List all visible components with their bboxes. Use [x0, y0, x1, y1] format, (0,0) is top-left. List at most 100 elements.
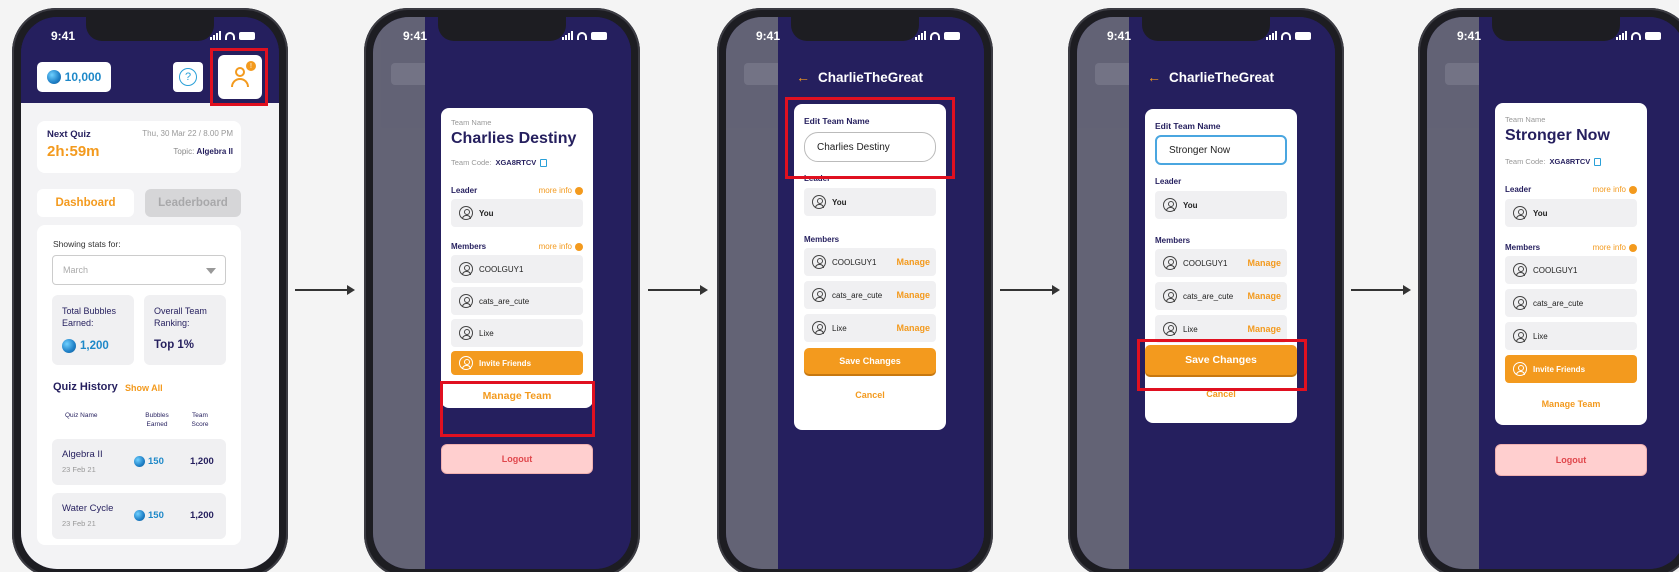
month-select[interactable]: March: [52, 255, 226, 285]
edit-team-name-label: Edit Team Name: [1155, 121, 1221, 131]
copy-icon[interactable]: [1594, 157, 1602, 166]
battery-icon: [1645, 32, 1661, 40]
member-row: cats_are_cute Manage: [804, 281, 936, 309]
bubble-count: 10,000: [64, 70, 102, 84]
wifi-icon: [1631, 32, 1641, 40]
tab-dashboard[interactable]: Dashboard: [37, 189, 134, 217]
invite-friends-button[interactable]: Invite Friends: [451, 351, 583, 375]
info-icon: [575, 242, 583, 251]
info-icon: [575, 186, 583, 195]
manage-member-link[interactable]: Manage: [896, 290, 930, 300]
total-bubbles-label: Total Bubbles Earned:: [62, 306, 117, 328]
user-icon: [1163, 198, 1177, 212]
status-time: 9:41: [756, 29, 781, 43]
logout-button[interactable]: Logout: [1495, 444, 1647, 476]
status-time: 9:41: [403, 29, 428, 43]
user-icon: [459, 262, 473, 276]
user-icon: [459, 356, 473, 370]
manage-member-link[interactable]: Manage: [896, 323, 930, 333]
member-row: cats_are_cute: [1505, 289, 1637, 317]
user-icon: [459, 326, 473, 340]
back-arrow-icon[interactable]: ←: [796, 69, 810, 85]
quiz-history-title: Quiz History: [53, 381, 118, 393]
dashboard-body: Next Quiz 2h:59m Thu, 30 Mar 22 / 8.00 P…: [21, 103, 279, 569]
col-team-score: Team Score: [191, 412, 209, 428]
status-time: 9:41: [51, 29, 76, 43]
dimmed-background[interactable]: [726, 17, 784, 569]
user-icon: [1513, 329, 1527, 343]
logout-button[interactable]: Logout: [441, 444, 593, 474]
save-changes-button[interactable]: Save Changes: [1145, 345, 1297, 375]
status-icons: [915, 31, 960, 40]
dimmed-background[interactable]: [1077, 17, 1135, 569]
manage-member-link[interactable]: Manage: [1247, 258, 1281, 268]
help-icon: ?: [179, 68, 197, 86]
screen-team-updated: 9:41 Team Name Stronger Now Team Code: XG…: [1427, 17, 1679, 569]
team-card: Team Name Charlies Destiny Team Code: XGA…: [441, 108, 593, 408]
leader-row: You: [451, 199, 583, 227]
dimmed-background[interactable]: [373, 17, 431, 569]
more-info-link[interactable]: more info: [1593, 185, 1637, 194]
show-all-link[interactable]: Show All: [125, 383, 163, 393]
save-changes-button[interactable]: Save Changes: [804, 348, 936, 374]
more-info-link[interactable]: more info: [1593, 243, 1637, 252]
status-icons: [210, 31, 255, 40]
team-card: Team Name Stronger Now Team Code: XGA8RTC…: [1495, 103, 1647, 425]
screen-edit-team: 9:41 ← CharlieTheGreat Edit Team Name Le…: [726, 17, 984, 569]
leader-label: Leader: [804, 174, 831, 183]
team-name: Stronger Now: [1505, 127, 1610, 144]
manage-team-button[interactable]: Manage Team: [441, 390, 593, 402]
user-icon: [812, 288, 826, 302]
next-quiz-topic: Topic: Algebra II: [173, 147, 233, 156]
profile-button[interactable]: !: [218, 55, 262, 99]
status-icons: [562, 31, 607, 40]
tab-leaderboard[interactable]: Leaderboard: [145, 189, 241, 217]
phone-dashboard: 9:41 10,000 ? ! Next Quiz 2h:59m Thu, 30…: [12, 8, 288, 572]
team-name: Charlies Destiny: [451, 130, 577, 147]
next-quiz-label: Next Quiz: [47, 129, 91, 140]
back-arrow-icon[interactable]: ←: [1147, 69, 1161, 85]
dimmed-background[interactable]: [1427, 17, 1485, 569]
leader-label: Leader: [1155, 177, 1182, 186]
team-name-input[interactable]: [1155, 135, 1287, 165]
members-label: Members: [1505, 243, 1541, 252]
leader-label: Leader: [1505, 185, 1532, 194]
edit-team-panel: ← CharlieTheGreat Edit Team Name Leader …: [778, 17, 984, 569]
screen-team-drawer: 9:41 Team Name Charlies Destiny Team Cod…: [373, 17, 631, 569]
more-info-link[interactable]: more info: [539, 242, 583, 251]
total-bubbles-value: 1,200: [62, 339, 109, 353]
leader-row: You: [1155, 191, 1287, 219]
bubble-balance[interactable]: 10,000: [37, 62, 111, 92]
members-label: Members: [451, 242, 487, 251]
notch: [1492, 17, 1620, 41]
table-row[interactable]: Water Cycle 23 Feb 21 150 1,200: [52, 493, 226, 539]
member-row: COOLGUY1 Manage: [1155, 249, 1287, 277]
manage-member-link[interactable]: Manage: [1247, 324, 1281, 334]
help-button[interactable]: ?: [173, 62, 203, 92]
invite-friends-button[interactable]: Invite Friends: [1505, 355, 1637, 383]
manage-team-button[interactable]: Manage Team: [1495, 399, 1647, 409]
screen-dashboard: 9:41 10,000 ? ! Next Quiz 2h:59m Thu, 30…: [21, 17, 279, 569]
notch: [1142, 17, 1270, 41]
user-icon: [1513, 362, 1527, 376]
status-time: 9:41: [1107, 29, 1132, 43]
team-name-input[interactable]: [804, 132, 936, 162]
manage-member-link[interactable]: Manage: [896, 257, 930, 267]
table-row[interactable]: Algebra II 23 Feb 21 150 1,200: [52, 439, 226, 485]
copy-icon[interactable]: [540, 158, 548, 167]
more-info-link[interactable]: more info: [539, 186, 583, 195]
phone-edit-team-filled: 9:41 ← CharlieTheGreat Edit Team Name Le…: [1068, 8, 1344, 572]
phone-team-drawer: 9:41 Team Name Charlies Destiny Team Cod…: [364, 8, 640, 572]
user-icon: [1513, 263, 1527, 277]
cancel-button[interactable]: Cancel: [794, 390, 946, 400]
wifi-icon: [225, 32, 235, 40]
member-row: Lixe Manage: [804, 314, 936, 342]
manage-member-link[interactable]: Manage: [1247, 291, 1281, 301]
status-time: 9:41: [1457, 29, 1482, 43]
phone-team-updated: 9:41 Team Name Stronger Now Team Code: XG…: [1418, 8, 1679, 572]
bubble-icon: [134, 456, 145, 467]
next-quiz-card: Next Quiz 2h:59m Thu, 30 Mar 22 / 8.00 P…: [37, 121, 241, 173]
team-code: Team Code: XGA8RTCV: [1505, 157, 1602, 166]
flow-arrow: [1000, 285, 1060, 295]
cancel-button[interactable]: Cancel: [1145, 389, 1297, 399]
